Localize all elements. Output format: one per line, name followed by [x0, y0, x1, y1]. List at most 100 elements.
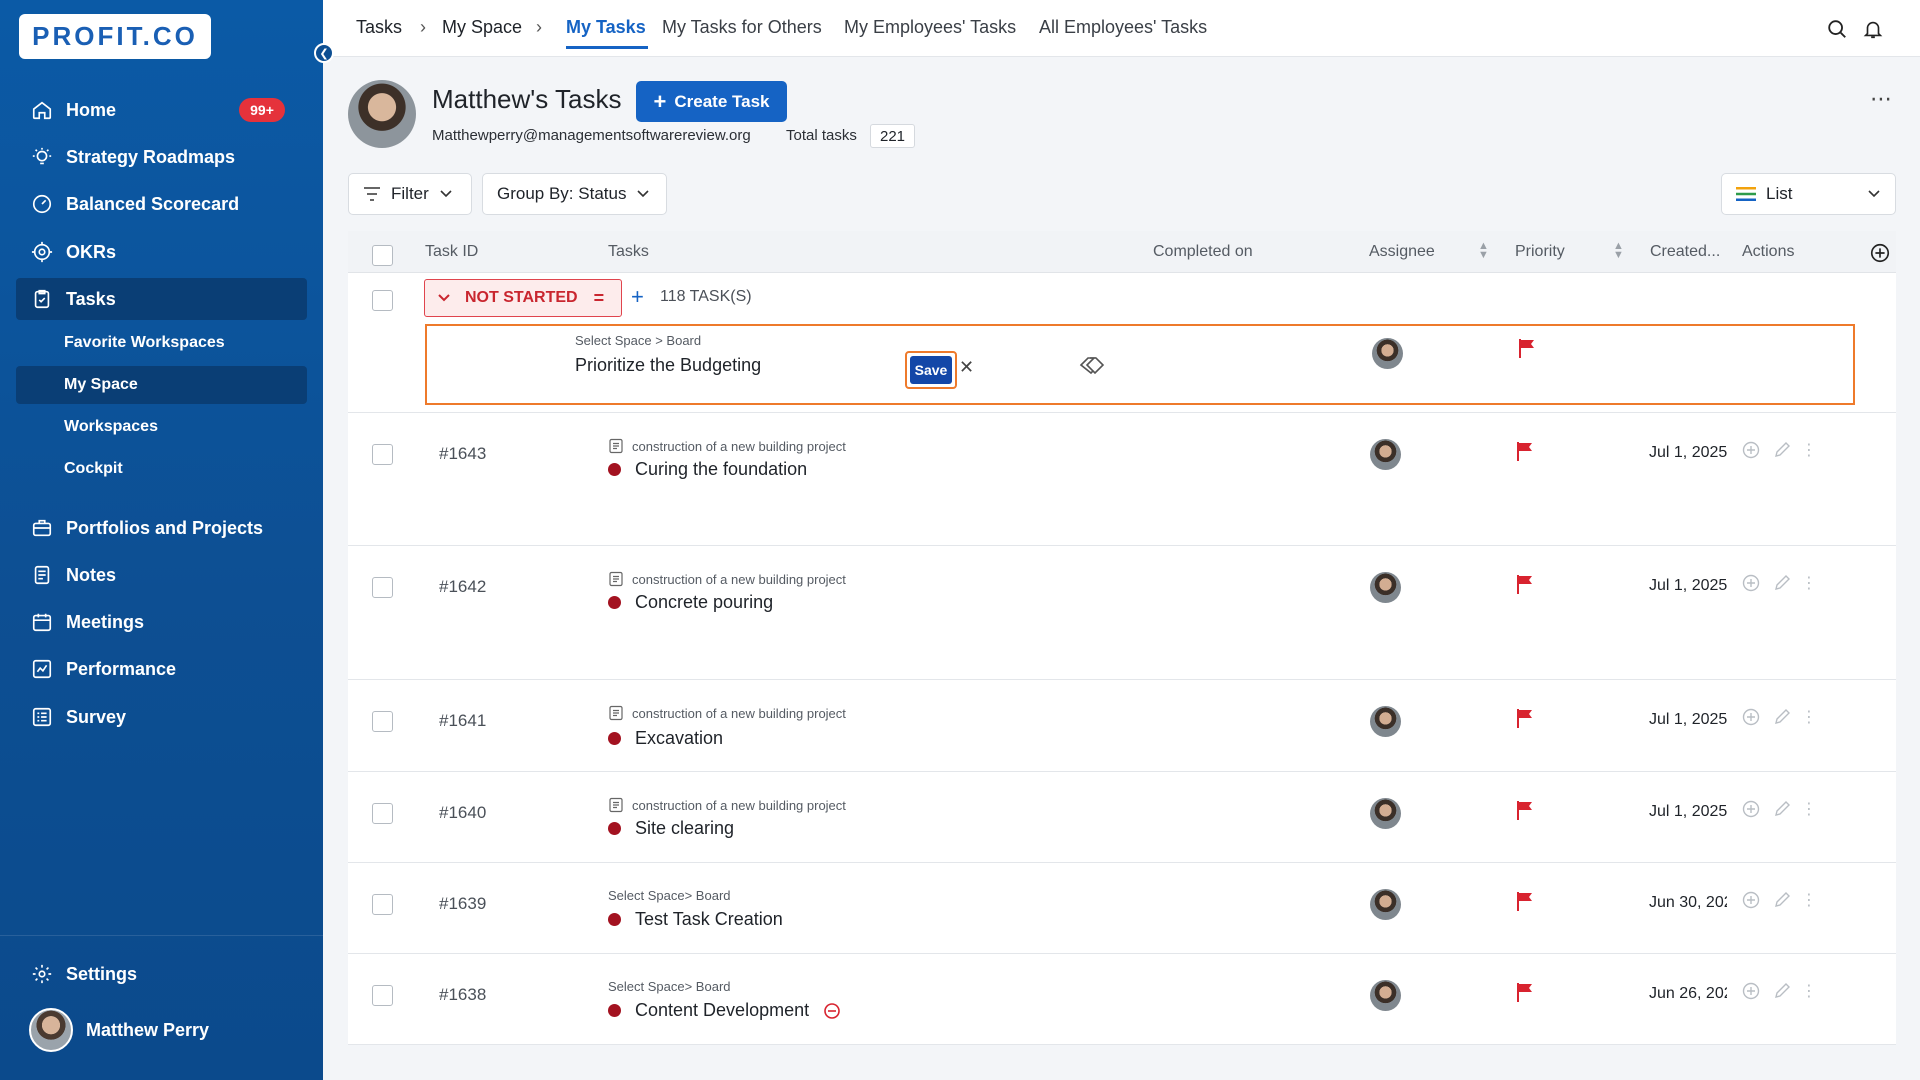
column-created[interactable]: Created... — [1650, 243, 1720, 261]
table-row[interactable]: #1641 construction of a new building pro… — [348, 680, 1896, 772]
new-task-input[interactable]: Prioritize the Budgeting — [575, 355, 761, 376]
view-switcher-dropdown[interactable]: List — [1721, 173, 1896, 215]
search-icon[interactable] — [1824, 16, 1850, 42]
breadcrumb-tasks[interactable]: Tasks — [356, 17, 402, 38]
edit-icon[interactable] — [1772, 981, 1792, 1001]
priority-flag-icon[interactable] — [1518, 338, 1536, 358]
tab-my-tasks-for-others[interactable]: My Tasks for Others — [662, 17, 822, 38]
edit-icon[interactable] — [1772, 890, 1792, 910]
sidebar-item-notes[interactable]: Notes — [16, 554, 307, 596]
sidebar-item-settings[interactable]: Settings — [16, 953, 307, 995]
assignee-avatar[interactable] — [1370, 439, 1401, 470]
sidebar-item-meetings[interactable]: Meetings — [16, 601, 307, 643]
task-id[interactable]: #1643 — [439, 444, 486, 464]
task-id[interactable]: #1642 — [439, 577, 486, 597]
column-task-id[interactable]: Task ID — [425, 243, 478, 261]
task-id[interactable]: #1640 — [439, 803, 486, 823]
row-checkbox[interactable] — [372, 803, 393, 824]
sort-icon[interactable]: ▲ ▼ — [1478, 241, 1489, 261]
task-name[interactable]: Concrete pouring — [608, 592, 773, 613]
sidebar-item-survey[interactable]: Survey — [16, 696, 307, 738]
sidebar-sub-cockpit[interactable]: Cockpit — [16, 450, 307, 488]
more-vertical-icon[interactable]: ⋮ — [1799, 707, 1819, 727]
sidebar-item-tasks[interactable]: Tasks — [16, 278, 307, 320]
user-profile[interactable]: Matthew Perry — [29, 1008, 209, 1052]
sidebar-sub-my-space[interactable]: My Space — [16, 366, 307, 404]
assignee-avatar[interactable] — [1370, 980, 1401, 1011]
row-checkbox[interactable] — [372, 985, 393, 1006]
task-name[interactable]: Content Development — [608, 1000, 841, 1021]
add-subtask-icon[interactable] — [1741, 573, 1761, 593]
task-breadcrumb[interactable]: construction of a new building project — [608, 705, 846, 721]
select-all-checkbox[interactable] — [372, 245, 393, 266]
row-checkbox[interactable] — [372, 444, 393, 465]
sidebar-sub-workspaces[interactable]: Workspaces — [16, 408, 307, 446]
more-vertical-icon[interactable]: ⋮ — [1799, 440, 1819, 460]
bell-icon[interactable] — [1860, 16, 1886, 42]
add-subtask-icon[interactable] — [1741, 707, 1761, 727]
row-checkbox[interactable] — [372, 577, 393, 598]
add-subtask-icon[interactable] — [1741, 799, 1761, 819]
priority-flag-icon[interactable] — [1516, 891, 1534, 911]
filter-button[interactable]: Filter — [348, 173, 472, 215]
priority-flag-icon[interactable] — [1516, 441, 1534, 461]
assignee-avatar[interactable] — [1370, 889, 1401, 920]
row-checkbox[interactable] — [372, 711, 393, 732]
tab-my-tasks[interactable]: My Tasks — [566, 17, 646, 38]
task-breadcrumb[interactable]: Select Space> Board — [608, 888, 731, 903]
sidebar-item-strategy-roadmaps[interactable]: Strategy Roadmaps — [16, 136, 307, 178]
close-icon[interactable]: ✕ — [959, 357, 974, 378]
priority-flag-icon[interactable] — [1516, 982, 1534, 1002]
edit-icon[interactable] — [1772, 573, 1792, 593]
sidebar-sub-favorite-workspaces[interactable]: Favorite Workspaces — [16, 324, 307, 362]
row-checkbox[interactable] — [372, 894, 393, 915]
add-column-icon[interactable] — [1868, 241, 1892, 265]
table-row[interactable]: #1640 construction of a new building pro… — [348, 772, 1896, 863]
brand-logo[interactable]: PROFIT.CO — [19, 14, 211, 59]
column-assignee[interactable]: Assignee — [1369, 243, 1435, 261]
more-vertical-icon[interactable]: ⋮ — [1799, 573, 1819, 593]
task-breadcrumb[interactable]: construction of a new building project — [608, 571, 846, 587]
table-row[interactable]: #1638 Select Space> Board Content Develo… — [348, 954, 1896, 1045]
assignee-avatar[interactable] — [1370, 572, 1401, 603]
more-vertical-icon[interactable]: ⋮ — [1799, 890, 1819, 910]
add-subtask-icon[interactable] — [1741, 981, 1761, 1001]
edit-icon[interactable] — [1772, 707, 1792, 727]
priority-flag-icon[interactable] — [1516, 708, 1534, 728]
task-id[interactable]: #1638 — [439, 985, 486, 1005]
add-subtask-icon[interactable] — [1741, 890, 1761, 910]
task-breadcrumb[interactable]: construction of a new building project — [608, 438, 846, 454]
task-breadcrumb[interactable]: construction of a new building project — [608, 797, 846, 813]
more-options-icon[interactable]: ⋯ — [1870, 86, 1893, 112]
task-id[interactable]: #1641 — [439, 711, 486, 731]
save-button[interactable]: Save — [905, 351, 957, 389]
task-name[interactable]: Site clearing — [608, 818, 734, 839]
group-by-dropdown[interactable]: Group By: Status — [482, 173, 667, 215]
priority-flag-icon[interactable] — [1516, 800, 1534, 820]
create-task-button[interactable]: + Create Task — [636, 81, 787, 122]
column-tasks[interactable]: Tasks — [608, 243, 649, 261]
sidebar-item-performance[interactable]: Performance — [16, 648, 307, 690]
more-vertical-icon[interactable]: ⋮ — [1799, 799, 1819, 819]
column-priority[interactable]: Priority — [1515, 243, 1565, 261]
breadcrumb-my-space[interactable]: My Space — [442, 17, 522, 38]
assignee-avatar[interactable] — [1370, 798, 1401, 829]
task-name[interactable]: Excavation — [608, 728, 723, 749]
assignee-avatar[interactable] — [1372, 338, 1403, 369]
add-task-icon[interactable]: + — [631, 284, 644, 310]
table-row[interactable]: #1642 construction of a new building pro… — [348, 546, 1896, 680]
more-vertical-icon[interactable]: ⋮ — [1799, 981, 1819, 1001]
priority-flag-icon[interactable] — [1516, 574, 1534, 594]
sidebar-item-balanced-scorecard[interactable]: Balanced Scorecard — [16, 183, 307, 225]
sidebar-item-okrs[interactable]: OKRs — [16, 231, 307, 273]
edit-icon[interactable] — [1772, 440, 1792, 460]
status-group-toggle[interactable]: NOT STARTED = — [424, 279, 622, 317]
task-id[interactable]: #1639 — [439, 894, 486, 914]
add-subtask-icon[interactable] — [1741, 440, 1761, 460]
tag-icon[interactable] — [1079, 356, 1105, 381]
tab-all-employees-tasks[interactable]: All Employees' Tasks — [1039, 17, 1207, 38]
column-completed-on[interactable]: Completed on — [1153, 243, 1253, 261]
tab-my-employees-tasks[interactable]: My Employees' Tasks — [844, 17, 1016, 38]
edit-icon[interactable] — [1772, 799, 1792, 819]
table-row[interactable]: #1639 Select Space> Board Test Task Crea… — [348, 863, 1896, 954]
